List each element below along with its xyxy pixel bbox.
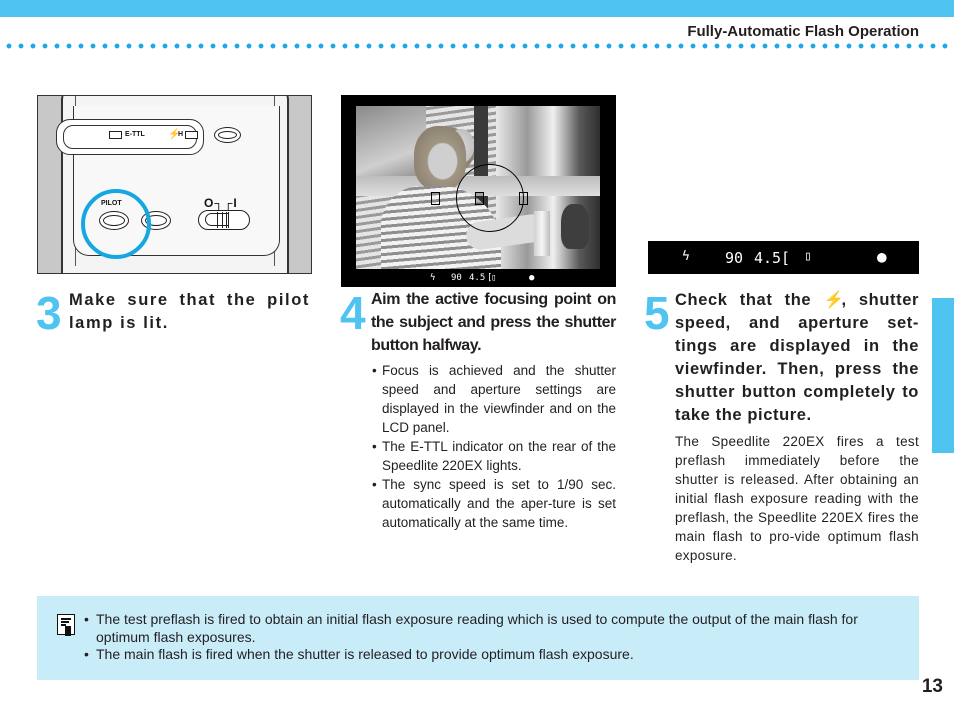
chapter-side-tab	[932, 298, 954, 453]
ettl-label: E-TTL	[125, 131, 145, 138]
lcd-exposure-icon: ▯	[804, 249, 812, 264]
top-color-bar	[0, 0, 954, 17]
vf-aperture: 4.5	[469, 273, 486, 283]
step-4-bullet: Focus is achieved and the shutter speed …	[372, 361, 616, 437]
lcd-flash-icon: ϟ	[682, 249, 690, 264]
section-title: Fully-Automatic Flash Operation	[687, 23, 919, 40]
note-item: The test preflash is fired to obtain an …	[84, 611, 914, 646]
note-item: The main flash is fired when the shutter…	[84, 646, 914, 664]
lcd-aperture: 4.5	[754, 249, 782, 267]
page-number: 13	[921, 676, 943, 697]
test-button[interactable]	[214, 127, 241, 143]
step-3-title: Make sure that the pilot lamp is lit.	[69, 291, 310, 332]
step-4-title: Aim the active focusing point on the sub…	[371, 291, 616, 354]
flash-icon: ⚡	[823, 291, 845, 309]
lcd-display: ϟ 90 4.5 [ ▯ ●	[648, 241, 919, 274]
lcd-focus-confirm: ●	[877, 247, 887, 266]
step-4-number: 4	[340, 287, 366, 339]
vf-focus-confirm: ●	[529, 273, 535, 283]
ettl-indicator-lamp	[109, 131, 122, 139]
step-4-bullets: Focus is achieved and the shutter speed …	[372, 361, 616, 532]
spot-metering-circle	[456, 164, 524, 232]
step-5-paragraph: The Speedlite 220EX fires a test preflas…	[675, 434, 919, 563]
vf-flash-icon: ϟ	[430, 273, 436, 283]
step-5-title-part2: , shutter speed, and aperture set-tings …	[675, 291, 919, 424]
dotted-divider	[0, 43, 954, 49]
flash-ready-lamp	[185, 131, 198, 139]
step-5-number: 5	[644, 287, 670, 339]
af-point-left	[431, 192, 440, 205]
af-point-center-active	[475, 192, 484, 205]
step-5-title-part1: Check that the	[675, 291, 812, 309]
step-5-title: Check that the ⚡, shutter speed, and ape…	[675, 289, 919, 427]
viewfinder-illustration: ϟ 90 4.5 [ ▯ ●	[341, 95, 616, 287]
lcd-bracket-icon: [	[781, 249, 791, 267]
power-switch[interactable]	[198, 210, 250, 230]
af-point-right	[519, 192, 528, 205]
lcd-shutter-speed: 90	[725, 249, 744, 267]
memo-icon	[57, 614, 75, 636]
pilot-highlight-circle	[81, 189, 151, 259]
viewfinder-photo	[356, 106, 600, 269]
note-list: The test preflash is fired to obtain an …	[84, 611, 914, 664]
step-3-number: 3	[36, 287, 62, 339]
flash-h-label: H	[178, 131, 184, 138]
viewfinder-info-strip: ϟ 90 4.5 [ ▯ ●	[341, 269, 616, 287]
power-switch-marks: O┐┌I	[204, 196, 238, 210]
step-4-bullet: The E-TTL indicator on the rear of the S…	[372, 437, 616, 475]
step-4-bullet: The sync speed is set to 1/90 sec. autom…	[372, 475, 616, 532]
vf-shutter-speed: 90	[451, 273, 462, 283]
vf-exposure-icon: ▯	[491, 273, 497, 283]
